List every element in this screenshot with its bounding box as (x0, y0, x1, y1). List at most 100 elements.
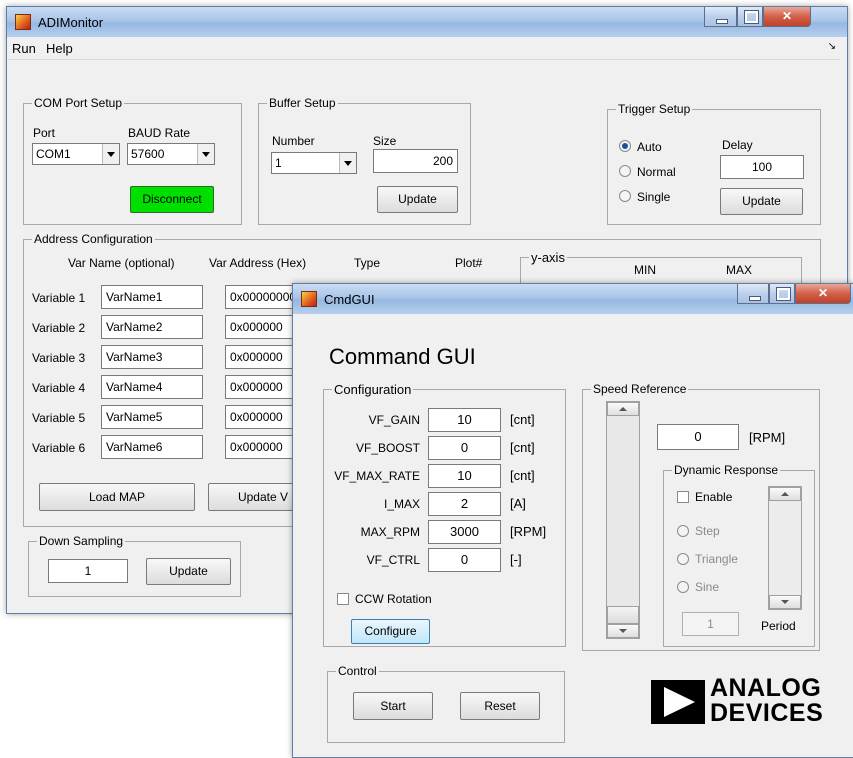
var-address-input[interactable]: 0x000000 (225, 315, 295, 339)
down-sampling-update-button[interactable]: Update (146, 558, 231, 585)
matlab-app-icon (15, 14, 31, 30)
speed-slider[interactable] (606, 401, 640, 639)
menu-bar: Run Help ↘ (8, 37, 840, 60)
minimize-icon (749, 296, 761, 301)
var-address-input[interactable]: 0x000000 (225, 345, 295, 369)
period-input[interactable]: 1 (682, 612, 739, 636)
triangle-label: Triangle (695, 552, 738, 566)
trigger-single-label: Single (637, 190, 671, 204)
size-label: Size (373, 134, 397, 148)
load-map-button[interactable]: Load MAP (39, 483, 195, 511)
param-input[interactable]: 10 (428, 464, 501, 488)
period-slider[interactable] (768, 486, 802, 610)
delay-input[interactable]: 100 (720, 155, 804, 179)
param-label: VF_BOOST (355, 441, 420, 455)
trigger-auto-radio[interactable] (619, 140, 631, 152)
buffer-update-button[interactable]: Update (377, 186, 458, 213)
var-name-input[interactable]: VarName1 (101, 285, 203, 309)
matlab-app-icon (301, 291, 317, 307)
var-name-input[interactable]: VarName3 (101, 345, 203, 369)
param-label: VF_GAIN (368, 413, 420, 427)
start-button[interactable]: Start (353, 692, 433, 720)
page-title: Command GUI (329, 344, 476, 369)
sine-radio[interactable] (677, 581, 689, 593)
enable-checkbox[interactable] (677, 491, 689, 503)
logo-text-line1: ANALOG (710, 674, 822, 702)
maximize-button[interactable] (769, 284, 795, 304)
param-unit: [A] (510, 496, 526, 511)
disconnect-button[interactable]: Disconnect (130, 186, 214, 213)
speed-input[interactable]: 0 (657, 424, 739, 450)
var-address-input[interactable]: 0x000000 (225, 405, 295, 429)
minimize-button[interactable] (737, 284, 769, 304)
group-label: y-axis (529, 250, 567, 265)
var-name-input[interactable]: VarName6 (101, 435, 203, 459)
maximize-icon (744, 10, 759, 24)
group-label: Speed Reference (591, 382, 689, 396)
var-address-input[interactable]: 0x000000 (225, 375, 295, 399)
cmdgui-titlebar[interactable]: CmdGUI ✕ (293, 284, 853, 314)
period-slider-down[interactable] (769, 595, 801, 609)
var-name-input[interactable]: VarName5 (101, 405, 203, 429)
var-address-input[interactable]: 0x00000000 (225, 285, 295, 309)
number-select[interactable]: 1 (271, 152, 357, 174)
triangle-radio[interactable] (677, 553, 689, 565)
param-unit: [cnt] (510, 468, 535, 483)
trigger-normal-radio[interactable] (619, 165, 631, 177)
size-input[interactable]: 200 (373, 149, 458, 173)
var-name-input[interactable]: VarName4 (101, 375, 203, 399)
menu-run[interactable]: Run (12, 41, 36, 56)
param-input[interactable]: 0 (428, 436, 501, 460)
menu-expand-icon[interactable]: ↘ (828, 41, 836, 52)
close-icon: ✕ (781, 9, 793, 23)
down-sampling-input[interactable]: 1 (48, 559, 128, 583)
param-input[interactable]: 10 (428, 408, 501, 432)
group-label: Dynamic Response (672, 463, 781, 477)
chevron-down-icon (339, 153, 356, 173)
variable-row-label: Variable 2 (32, 321, 86, 335)
group-label: Buffer Setup (267, 96, 338, 110)
period-slider-up[interactable] (769, 487, 801, 501)
step-label: Step (695, 524, 720, 538)
close-button[interactable]: ✕ (763, 7, 811, 27)
slider-down-button[interactable] (607, 624, 639, 638)
port-select[interactable]: COM1 (32, 143, 120, 165)
chevron-down-icon (197, 144, 214, 164)
trigger-single-radio[interactable] (619, 190, 631, 202)
control-group: Control Start Reset (327, 664, 565, 743)
baud-select[interactable]: 57600 (127, 143, 215, 165)
menu-help[interactable]: Help (46, 41, 73, 56)
close-button[interactable]: ✕ (795, 284, 851, 304)
minimize-button[interactable] (704, 7, 737, 27)
variable-row-label: Variable 1 (32, 291, 86, 305)
group-label: Down Sampling (37, 534, 126, 548)
port-value: COM1 (36, 147, 71, 161)
var-name-input[interactable]: VarName2 (101, 315, 203, 339)
chevron-down-icon (102, 144, 119, 164)
param-label: MAX_RPM (360, 525, 420, 539)
port-label: Port (33, 126, 56, 140)
trigger-update-button[interactable]: Update (720, 188, 803, 215)
param-input[interactable]: 2 (428, 492, 501, 516)
slider-thumb[interactable] (607, 606, 639, 624)
maximize-button[interactable] (737, 7, 763, 27)
adimonitor-titlebar[interactable]: ADIMonitor ✕ (7, 7, 847, 37)
param-input[interactable]: 3000 (428, 520, 501, 544)
group-label: COM Port Setup (32, 96, 125, 110)
ccw-rotation-checkbox[interactable] (337, 593, 349, 605)
reset-button[interactable]: Reset (460, 692, 540, 720)
var-address-input[interactable]: 0x000000 (225, 435, 295, 459)
minimize-icon (716, 19, 728, 24)
configure-button[interactable]: Configure (351, 619, 430, 644)
param-label: VF_MAX_RATE (334, 469, 420, 483)
step-radio[interactable] (677, 525, 689, 537)
slider-up-button[interactable] (607, 402, 639, 416)
period-label: Period (761, 619, 796, 633)
analog-devices-logo: ANALOG DEVICES (651, 674, 826, 730)
param-input[interactable]: 0 (428, 548, 501, 572)
dynamic-response-group: Dynamic Response Enable Step Triangle Si… (663, 463, 815, 647)
sine-label: Sine (695, 580, 720, 594)
com-port-group: COM Port Setup Port COM1 BAUD Rate 57600… (23, 96, 242, 225)
group-label: Control (336, 664, 379, 678)
close-icon: ✕ (817, 286, 829, 300)
